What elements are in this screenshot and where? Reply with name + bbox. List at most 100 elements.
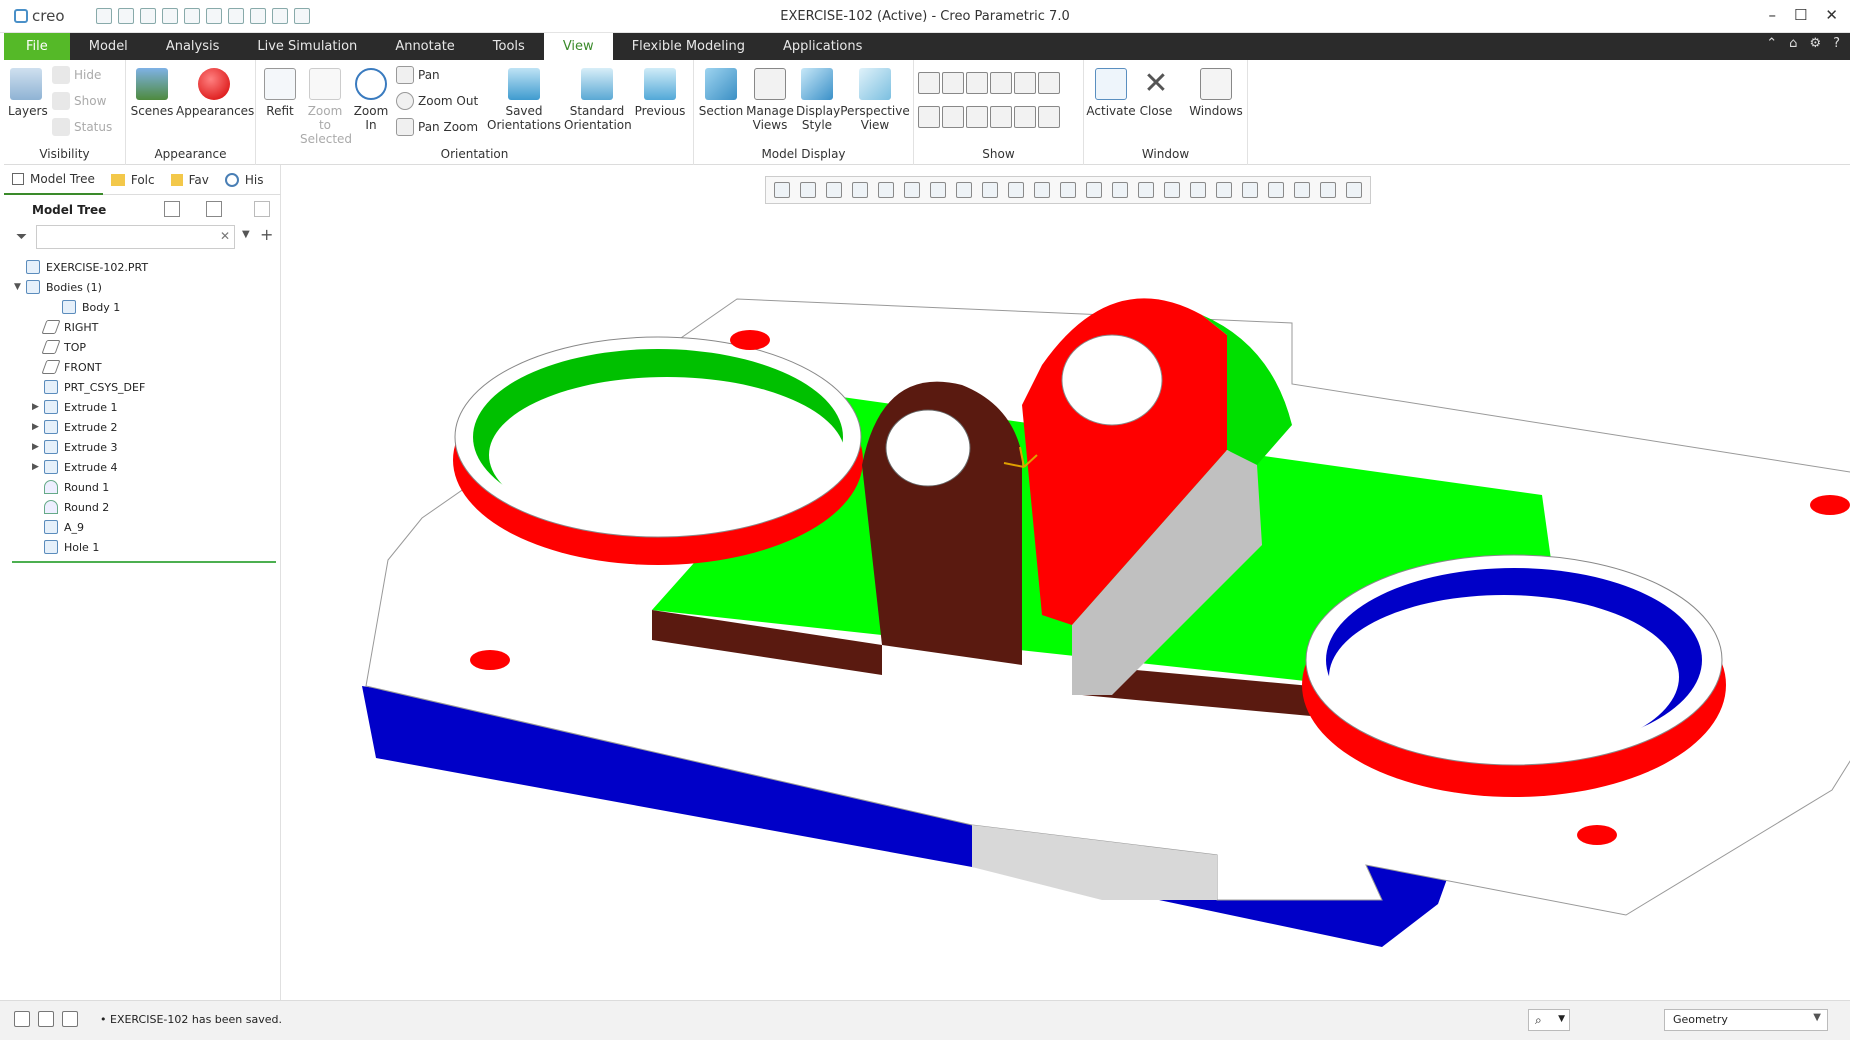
- graphics-area[interactable]: [282, 165, 1850, 1000]
- tree-node[interactable]: Hole 1: [14, 537, 279, 557]
- show-button[interactable]: Show: [52, 92, 106, 110]
- scenes-button[interactable]: Scenes: [130, 68, 174, 118]
- tree-node[interactable]: PRT_CSYS_DEF: [14, 377, 279, 397]
- home-icon[interactable]: ⌂: [1789, 36, 1797, 51]
- tree-node[interactable]: ▼ Bodies (1): [14, 277, 279, 297]
- activate-button[interactable]: Activate: [1086, 68, 1136, 118]
- plane-tag-display-icon[interactable]: [918, 106, 940, 128]
- annotation-display-icon[interactable]: [1014, 72, 1036, 94]
- close-window-icon[interactable]: [272, 8, 288, 24]
- zoom-out-view-icon[interactable]: [826, 182, 842, 198]
- pause-icon[interactable]: [1320, 182, 1336, 198]
- standard-orientation-button[interactable]: Standard Orientation: [564, 68, 632, 132]
- tab-flexible-modeling[interactable]: Flexible Modeling: [613, 33, 764, 60]
- customize-qat-icon[interactable]: [294, 8, 310, 24]
- tree-node[interactable]: EXERCISE-102.PRT: [14, 257, 279, 277]
- windows-button[interactable]: Windows: [1188, 68, 1244, 118]
- spin-center-display-icon[interactable]: [1014, 106, 1036, 128]
- warning-icon[interactable]: [1294, 182, 1310, 198]
- perspective-icon[interactable]: [982, 182, 998, 198]
- tab-live-simulation[interactable]: Live Simulation: [238, 33, 376, 60]
- close-icon[interactable]: ✕: [1825, 6, 1838, 24]
- dimension-display-icon[interactable]: [1038, 72, 1060, 94]
- tree-expander-icon[interactable]: ▼: [14, 282, 26, 292]
- pause-animation-icon[interactable]: [1346, 182, 1362, 198]
- repaint-icon[interactable]: [852, 182, 868, 198]
- tree-node[interactable]: A_9: [14, 517, 279, 537]
- undo-icon[interactable]: [162, 8, 178, 24]
- tree-tools-icon[interactable]: [164, 201, 180, 217]
- find-button[interactable]: ⌕ ▼: [1528, 1009, 1570, 1031]
- tab-history[interactable]: His: [217, 165, 272, 195]
- layers-button[interactable]: Layers: [8, 68, 48, 118]
- manage-views-button[interactable]: Manage Views: [746, 68, 794, 132]
- annotation-toggle-icon[interactable]: [1190, 182, 1206, 198]
- view-manager-icon[interactable]: [956, 182, 972, 198]
- tree-node[interactable]: ▶ Extrude 2: [14, 417, 279, 437]
- zoom-to-selected-button[interactable]: Zoom to Selected: [300, 68, 352, 146]
- tree-expander-icon[interactable]: ▶: [32, 422, 44, 432]
- minimize-icon[interactable]: –: [1768, 6, 1776, 24]
- point-display-icon[interactable]: [966, 72, 988, 94]
- previous-button[interactable]: Previous: [632, 68, 688, 118]
- filter-icon[interactable]: ⏷: [16, 229, 27, 245]
- save-icon[interactable]: [140, 8, 156, 24]
- tab-file[interactable]: File: [4, 33, 70, 60]
- tab-tools[interactable]: Tools: [474, 33, 544, 60]
- tree-node[interactable]: ▶ Extrude 4: [14, 457, 279, 477]
- regenerate-icon[interactable]: [206, 8, 222, 24]
- tree-node[interactable]: FRONT: [14, 357, 279, 377]
- open-file-icon[interactable]: [118, 8, 134, 24]
- add-filter-icon[interactable]: +: [260, 225, 273, 244]
- curve-display-icon[interactable]: [1038, 106, 1060, 128]
- csys-display-icon[interactable]: [990, 72, 1012, 94]
- tab-annotate[interactable]: Annotate: [376, 33, 473, 60]
- display-style-button[interactable]: Display Style: [796, 68, 840, 132]
- perspective-view-button[interactable]: Perspective View: [840, 68, 910, 132]
- tree-node[interactable]: ▶ Extrude 1: [14, 397, 279, 417]
- tree-node[interactable]: Round 1: [14, 477, 279, 497]
- tab-analysis[interactable]: Analysis: [147, 33, 239, 60]
- tab-model-tree[interactable]: Model Tree: [4, 165, 103, 195]
- tab-favorites[interactable]: Fav: [163, 165, 217, 195]
- pan-zoom-button[interactable]: Pan Zoom: [396, 118, 478, 136]
- browser-toggle-icon[interactable]: [38, 1011, 54, 1027]
- zoom-in-button[interactable]: Zoom In: [352, 68, 390, 132]
- saved-views-icon[interactable]: [904, 182, 920, 198]
- collapse-ribbon-icon[interactable]: ⌃: [1766, 36, 1777, 51]
- point-toggle-icon[interactable]: [1138, 182, 1154, 198]
- refit-view-icon[interactable]: [774, 182, 790, 198]
- settings-icon[interactable]: ⚙: [1809, 36, 1821, 51]
- tree-node[interactable]: TOP: [14, 337, 279, 357]
- plane-toggle-icon[interactable]: [1086, 182, 1102, 198]
- tree-expander-icon[interactable]: ▶: [32, 442, 44, 452]
- plane-display-icon[interactable]: [918, 72, 940, 94]
- insert-indicator[interactable]: [12, 561, 276, 563]
- status-button[interactable]: Status: [52, 118, 112, 136]
- dimension-toggle-icon[interactable]: [1216, 182, 1232, 198]
- refit-button[interactable]: Refit: [262, 68, 298, 118]
- tree-search-input[interactable]: ✕: [36, 225, 235, 249]
- hide-button[interactable]: Hide: [52, 66, 101, 84]
- windows-icon[interactable]: [228, 8, 244, 24]
- fullscreen-icon[interactable]: [62, 1011, 78, 1027]
- appearance-view-icon[interactable]: [1034, 182, 1050, 198]
- saved-orientations-button[interactable]: Saved Orientations: [486, 68, 562, 132]
- tab-view[interactable]: View: [543, 33, 613, 60]
- tab-folder-browser[interactable]: Folc: [103, 165, 163, 195]
- curve-toggle-icon[interactable]: [1268, 182, 1284, 198]
- tree-settings-icon[interactable]: [206, 201, 222, 217]
- zoom-out-button[interactable]: Zoom Out: [396, 92, 478, 110]
- display-style-view-icon[interactable]: [930, 182, 946, 198]
- tree-expander-icon[interactable]: ▶: [32, 462, 44, 472]
- maximize-icon[interactable]: ☐: [1794, 6, 1807, 24]
- navigator-toggle-icon[interactable]: [14, 1011, 30, 1027]
- axis-display-icon[interactable]: [942, 72, 964, 94]
- axis-toggle-icon[interactable]: [1112, 182, 1128, 198]
- close-window-button[interactable]: ✕ Close: [1134, 68, 1178, 119]
- section-button[interactable]: Section: [698, 68, 744, 118]
- selection-filter-select[interactable]: Geometry ▼: [1664, 1009, 1828, 1031]
- model-3d-view[interactable]: [282, 165, 1850, 1000]
- shading-reflections-icon[interactable]: [1060, 182, 1076, 198]
- tree-node[interactable]: Body 1: [14, 297, 279, 317]
